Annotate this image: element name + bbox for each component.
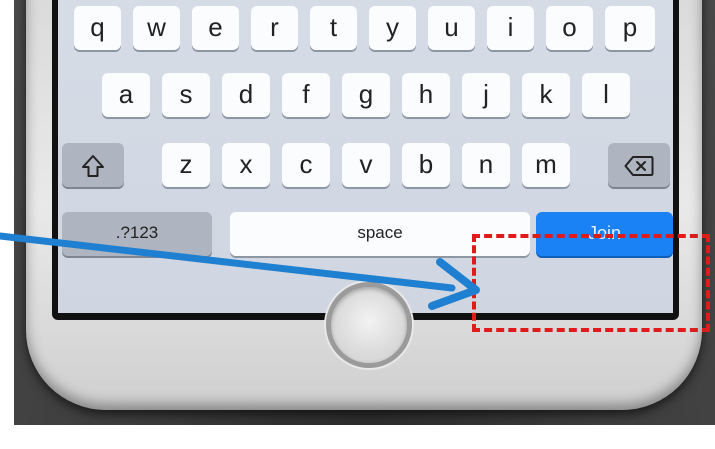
pointer-arrow-icon — [0, 232, 480, 310]
